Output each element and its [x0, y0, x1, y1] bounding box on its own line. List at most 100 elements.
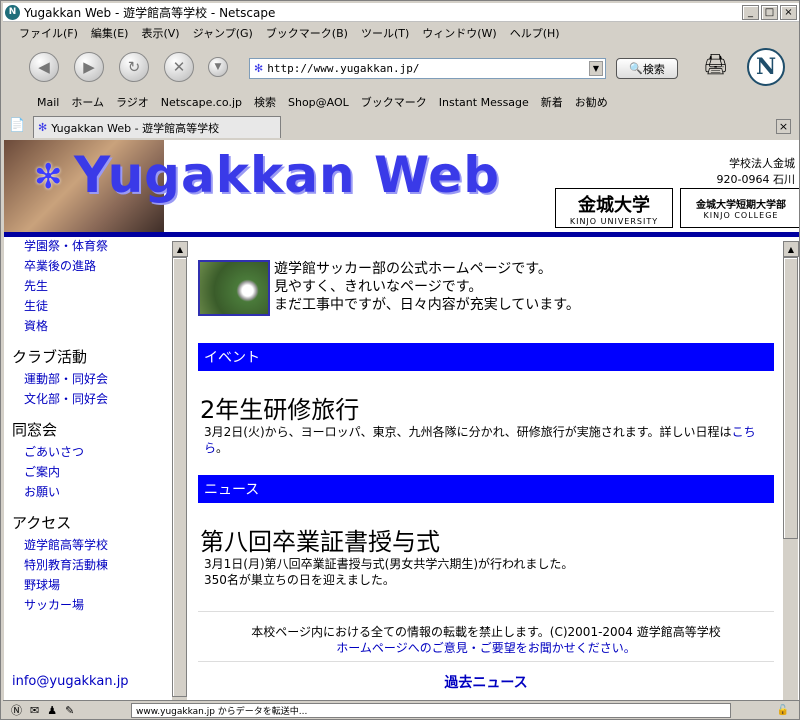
footer-notice: 本校ページ内における全ての情報の転載を禁止します。(C)2001-2004 遊学… — [198, 624, 774, 656]
menu-go[interactable]: ジャンプ(G) — [193, 25, 253, 41]
forward-icon[interactable]: ▶ — [74, 52, 104, 82]
bookmark-recommend[interactable]: お勧め — [575, 94, 608, 110]
main-scrollbar[interactable]: ▲ — [782, 241, 799, 700]
menu-view[interactable]: 表示(V) — [141, 25, 179, 41]
status-mail-icon[interactable]: ✉ — [30, 704, 39, 717]
menu-file[interactable]: ファイル(F) — [19, 25, 78, 41]
school-emblem-icon: ✻ — [34, 157, 63, 197]
status-security-icon: 🔓 — [776, 704, 789, 716]
new-tab-icon[interactable]: 📄 — [9, 118, 25, 133]
tab-active[interactable]: ✻ Yugakkan Web - 遊学館高等学校 — [33, 116, 281, 138]
kinjo-college-logo[interactable]: 金城大学短期大学部 KINJO COLLEGE — [680, 188, 799, 228]
status-netscape-icon[interactable]: Ⓝ — [11, 702, 22, 718]
kinjo-university-logo[interactable]: 金城大学 KINJO UNIVERSITY — [555, 188, 673, 228]
sidebar-item-sports-clubs[interactable]: 運動部・同好会 — [4, 369, 171, 389]
bookmark-home[interactable]: ホーム — [71, 94, 104, 110]
logo1-sub: KINJO UNIVERSITY — [569, 216, 659, 226]
sidebar-item-school[interactable]: 遊学館高等学校 — [4, 535, 171, 555]
bookmark-search[interactable]: 検索 — [254, 94, 276, 110]
close-button[interactable]: × — [780, 4, 797, 20]
sidebar-item-culture-clubs[interactable]: 文化部・同好会 — [4, 389, 171, 409]
sidebar-item-festival[interactable]: 学園祭・体育祭 — [4, 238, 171, 256]
main-scroll-up-icon[interactable]: ▲ — [783, 241, 799, 257]
minimize-button[interactable]: _ — [742, 4, 759, 20]
school-postal: 920-0964 石川 — [716, 173, 795, 186]
sidebar-item-career[interactable]: 卒業後の進路 — [4, 256, 171, 276]
browser-window: N Yugakkan Web - 遊学館高等学校 - Netscape _ □ … — [0, 0, 800, 720]
menu-window[interactable]: ウィンドウ(W) — [422, 25, 496, 41]
main-scroll-thumb[interactable] — [783, 257, 798, 539]
sidebar-item-students[interactable]: 生徒 — [4, 296, 171, 316]
status-bar: Ⓝ ✉ ♟ ✎ www.yugakkan.jp からデータを転送中... 🔓 — [3, 700, 799, 719]
contact-email-link[interactable]: info@yugakkan.jp — [4, 674, 129, 689]
bookmarks-toolbar: Mail ホーム ラジオ Netscape.co.jp 検索 Shop@AOL … — [3, 91, 799, 113]
menu-tools[interactable]: ツール(T) — [361, 25, 409, 41]
bookmark-netscape[interactable]: Netscape.co.jp — [161, 96, 242, 109]
footer-divider-bottom — [198, 661, 774, 662]
intro-line: 見やすく、きれいなページです。 — [274, 279, 483, 295]
close-tab-button[interactable]: × — [776, 119, 791, 134]
intro-line: 遊学館サッカー部の公式ホームページです。 — [274, 261, 552, 277]
event-title: 2年生研修旅行 — [200, 396, 360, 424]
stop-icon[interactable]: ✕ — [164, 52, 194, 82]
maximize-button[interactable]: □ — [761, 4, 778, 20]
site-banner: ✻ Yugakkan Web 学校法人金城 920-0964 石川 金城大学 K… — [4, 140, 799, 232]
sidebar-item-request[interactable]: お願い — [4, 482, 171, 502]
feedback-link[interactable]: ホームページへのご意見・ご要望をお聞かせください。 — [198, 640, 774, 656]
sidebar-item-greeting[interactable]: ごあいさつ — [4, 442, 171, 462]
bookmark-new[interactable]: 新着 — [541, 94, 563, 110]
section-header-news: ニュース — [198, 475, 774, 503]
sidebar-item-teachers[interactable]: 先生 — [4, 276, 171, 296]
menu-bar: ファイル(F) 編集(E) 表示(V) ジャンプ(G) ブックマーク(B) ツー… — [3, 23, 799, 43]
section-header-events: イベント — [198, 343, 774, 371]
event-tail: 。 — [216, 441, 229, 455]
print-icon[interactable]: 🖨 — [703, 52, 728, 76]
sidebar-item-activity-building[interactable]: 特別教育活動棟 — [4, 555, 171, 575]
bookmark-bookmarks[interactable]: ブックマーク — [361, 94, 427, 110]
sidebar-heading-access: アクセス — [12, 514, 72, 532]
banner-divider — [4, 232, 799, 237]
main-column: 遊学館サッカー部の公式ホームページです。 見やすく、きれいなページです。 まだ工… — [190, 238, 778, 700]
menu-edit[interactable]: 編集(E) — [91, 25, 129, 41]
event-description: 3月2日(火)から、ヨーロッパ、東京、九州各隊に分かれ、研修旅行が実施されます。… — [204, 424, 774, 456]
sidebar-item-baseball[interactable]: 野球場 — [4, 575, 171, 595]
address-bar[interactable]: ✻ http://www.yugakkan.jp/ ▼ — [249, 58, 606, 79]
bookmark-im[interactable]: Instant Message — [439, 96, 529, 109]
bookmark-radio[interactable]: ラジオ — [116, 94, 149, 110]
bookmark-shop[interactable]: Shop@AOL — [288, 96, 349, 109]
bookmark-mail[interactable]: Mail — [37, 96, 59, 109]
scroll-up-icon[interactable]: ▲ — [172, 241, 188, 257]
sidebar-heading-clubs: クラブ活動 — [12, 348, 88, 366]
navigation-toolbar: ◀ ▶ ↻ ✕ ▼ ✻ http://www.yugakkan.jp/ ▼ 🔍 … — [3, 44, 799, 90]
url-dropdown-icon[interactable]: ▼ — [589, 61, 603, 76]
sidebar-scrollbar[interactable]: ▲ — [171, 241, 188, 700]
sidebar-item-guide[interactable]: ご案内 — [4, 462, 171, 482]
intro-line: まだ工事中ですが、日々内容が充実しています。 — [274, 297, 580, 313]
logo1-main: 金城大学 — [578, 194, 650, 216]
status-aim-icon[interactable]: ♟ — [47, 704, 57, 717]
past-news-link[interactable]: 過去ニュース — [198, 672, 774, 692]
tab-bar: 📄 ✻ Yugakkan Web - 遊学館高等学校 × — [3, 114, 799, 138]
news-line: 3月1日(月)第八回卒業証書授与式(男女共学六期生)が行われました。 — [204, 557, 574, 571]
go-dropdown-icon[interactable]: ▼ — [208, 57, 228, 77]
school-address: 学校法人金城 920-0964 石川 — [717, 156, 795, 188]
reload-icon[interactable]: ↻ — [119, 52, 149, 82]
menu-help[interactable]: ヘルプ(H) — [510, 25, 560, 41]
page-content: ✻ Yugakkan Web 学校法人金城 920-0964 石川 金城大学 K… — [4, 140, 799, 700]
menu-bookmarks[interactable]: ブックマーク(B) — [266, 25, 348, 41]
search-button[interactable]: 🔍 検索 — [616, 58, 678, 79]
sidebar-item-qualifications[interactable]: 資格 — [4, 316, 171, 336]
status-composer-icon[interactable]: ✎ — [65, 704, 74, 717]
back-icon[interactable]: ◀ — [29, 52, 59, 82]
intro-text: 遊学館サッカー部の公式ホームページです。 見やすく、きれいなページです。 まだ工… — [274, 260, 580, 316]
netscape-logo-icon[interactable]: N — [747, 48, 785, 86]
tab-site-icon: ✻ — [38, 121, 48, 134]
logo2-main: 金城大学短期大学部 — [696, 200, 786, 211]
copyright-text: 本校ページ内における全ての情報の転載を禁止します。(C)2001-2004 遊学… — [251, 625, 721, 639]
news-line: 350名が巣立ちの日を迎えました。 — [204, 573, 395, 587]
netscape-icon: N — [5, 4, 20, 20]
soccer-photo — [198, 260, 270, 316]
search-button-label: 検索 — [642, 62, 665, 76]
sidebar-item-soccer[interactable]: サッカー場 — [4, 595, 171, 615]
sidebar-scroll-thumb[interactable] — [172, 257, 187, 697]
